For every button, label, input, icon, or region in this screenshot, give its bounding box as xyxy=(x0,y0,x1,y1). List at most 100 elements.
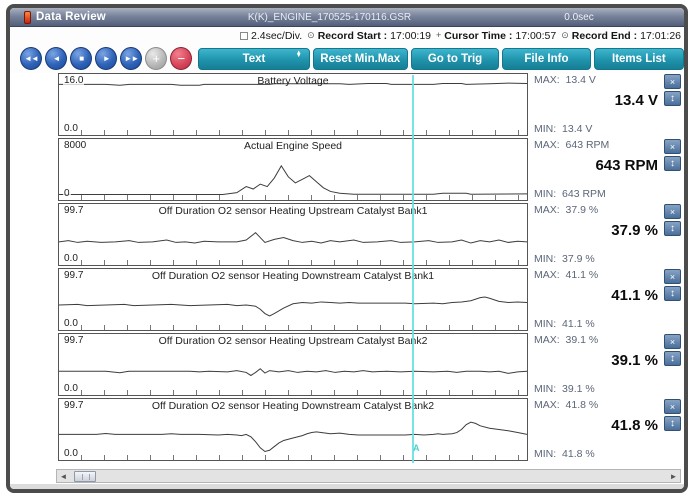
dropdown-arrows-icon: ▲ ▼ xyxy=(296,52,302,59)
max-readout: MAX: 41.1 % xyxy=(534,269,598,281)
max-readout: MAX: 41.8 % xyxy=(534,399,598,411)
time-axis-ticks xyxy=(59,260,527,265)
horizontal-scrollbar[interactable]: ◄ ► xyxy=(56,469,681,483)
channel-plot-4[interactable]: 99.7 Off Duration O2 sensor Heating Upst… xyxy=(58,333,528,396)
channel-panel-2: 99.7 Off Duration O2 sensor Heating Upst… xyxy=(10,203,684,266)
channel-plot-2[interactable]: 99.7 Off Duration O2 sensor Heating Upst… xyxy=(58,203,528,266)
scale-max-label: 16.0 xyxy=(63,75,84,86)
playback-toolbar: ◄◄◄■►►►+− Text ▲ ▼ Reset Min.Max Go to T… xyxy=(10,44,684,73)
channel-panel-4: 99.7 Off Duration O2 sensor Heating Upst… xyxy=(10,333,684,396)
min-readout: MIN: 643 RPM xyxy=(534,188,606,200)
channel-title: Actual Engine Speed xyxy=(89,140,497,152)
channel-panel-5: 99.7 Off Duration O2 sensor Heating Down… xyxy=(10,398,684,461)
channel-plot-5[interactable]: 99.7 Off Duration O2 sensor Heating Down… xyxy=(58,398,528,461)
time-axis-ticks xyxy=(59,455,527,460)
view-mode-label: Text xyxy=(243,53,266,65)
cursor-time-group: + Cursor Time : 17:00:57 xyxy=(436,30,556,42)
channels: 16.0 Battery Voltage 0.0 MAX: 13.4 V 13.… xyxy=(10,73,684,466)
reorder-channel-button[interactable]: ↕ xyxy=(664,221,681,236)
rewind-button[interactable]: ◄◄ xyxy=(20,47,42,70)
channel-plot-0[interactable]: 16.0 Battery Voltage 0.0 xyxy=(58,73,528,136)
zoom-out-button[interactable]: − xyxy=(170,47,192,70)
go-to-trig-button[interactable]: Go to Trig xyxy=(411,48,499,70)
close-channel-button[interactable]: × xyxy=(664,334,681,349)
window-title: Data Review xyxy=(36,11,106,23)
scale-max-label: 99.7 xyxy=(63,205,84,216)
data-review-window: Data Review K(K)_ENGINE_170525-170116.GS… xyxy=(6,4,688,493)
min-readout: MIN: 41.8 % xyxy=(534,448,595,460)
screen: Data Review K(K)_ENGINE_170525-170116.GS… xyxy=(0,0,695,498)
channel-title: Off Duration O2 sensor Heating Upstream … xyxy=(89,335,497,347)
reset-minmax-button[interactable]: Reset Min.Max xyxy=(313,48,408,70)
scroll-left-button[interactable]: ◄ xyxy=(57,470,70,482)
crosshair-icon: + xyxy=(436,31,441,40)
zoom-in-button[interactable]: + xyxy=(145,47,167,70)
step-back-button[interactable]: ◄ xyxy=(45,47,67,70)
current-value: 41.8 % xyxy=(611,417,658,434)
channel-plot-3[interactable]: 99.7 Off Duration O2 sensor Heating Down… xyxy=(58,268,528,331)
view-mode-dropdown[interactable]: Text ▲ ▼ xyxy=(198,48,309,70)
scrollbar-thumb[interactable] xyxy=(74,471,96,482)
reorder-channel-button[interactable]: ↕ xyxy=(664,351,681,366)
reorder-channel-button[interactable]: ↕ xyxy=(664,91,681,106)
cursor-time-value: 17:00:57 xyxy=(515,30,556,42)
channel-panel-0: 16.0 Battery Voltage 0.0 MAX: 13.4 V 13.… xyxy=(10,73,684,136)
close-channel-button[interactable]: × xyxy=(664,139,681,154)
app-icon xyxy=(24,11,31,24)
channel-title: Off Duration O2 sensor Heating Downstrea… xyxy=(89,400,497,412)
record-start-label: Record Start : xyxy=(318,30,387,42)
fast-forward-button[interactable]: ►► xyxy=(120,47,142,70)
max-readout: MAX: 13.4 V xyxy=(534,74,596,86)
record-start-group: ⊙ Record Start : 17:00:19 xyxy=(307,30,431,42)
channel-title: Off Duration O2 sensor Heating Downstrea… xyxy=(89,270,497,282)
time-axis-ticks xyxy=(59,195,527,200)
reorder-channel-button[interactable]: ↕ xyxy=(664,156,681,171)
time-axis-ticks xyxy=(59,390,527,395)
title-group: Data Review xyxy=(10,11,185,24)
channel-readout-5: MAX: 41.8 % 41.8 % MIN: 41.8 % xyxy=(534,398,658,461)
window-footer xyxy=(10,484,684,489)
scroll-right-button[interactable]: ► xyxy=(667,470,680,482)
play-button[interactable]: ► xyxy=(95,47,117,70)
cursor-time-label: Cursor Time : xyxy=(444,30,512,42)
channel-readout-3: MAX: 41.1 % 41.1 % MIN: 41.1 % xyxy=(534,268,658,331)
time-axis-ticks xyxy=(59,325,527,330)
channel-plot-1[interactable]: 8000 Actual Engine Speed 0 xyxy=(58,138,528,201)
stop-button[interactable]: ■ xyxy=(70,47,92,70)
current-value: 37.9 % xyxy=(611,222,658,239)
file-info-button[interactable]: File Info xyxy=(502,48,590,70)
close-channel-button[interactable]: × xyxy=(664,269,681,284)
title-bar: Data Review K(K)_ENGINE_170525-170116.GS… xyxy=(10,8,684,27)
record-end-label: Record End : xyxy=(572,30,637,42)
scale-max-label: 99.7 xyxy=(63,270,84,281)
record-end-value: 17:01:26 xyxy=(640,30,681,42)
clock-icon: ⊙ xyxy=(561,31,569,40)
current-value: 39.1 % xyxy=(611,352,658,369)
channel-panel-3: 99.7 Off Duration O2 sensor Heating Down… xyxy=(10,268,684,331)
scale-max-label: 99.7 xyxy=(63,400,84,411)
record-end-group: ⊙ Record End : 17:01:26 xyxy=(561,30,681,42)
time-per-div-checkbox[interactable] xyxy=(240,32,248,40)
time-per-div-value: 2.4sec/Div. xyxy=(251,30,302,42)
channel-title: Off Duration O2 sensor Heating Upstream … xyxy=(89,205,497,217)
record-start-value: 17:00:19 xyxy=(390,30,431,42)
channel-readout-2: MAX: 37.9 % 37.9 % MIN: 37.9 % xyxy=(534,203,658,266)
max-readout: MAX: 39.1 % xyxy=(534,334,598,346)
current-value: 643 RPM xyxy=(595,157,658,174)
time-cursor[interactable]: A xyxy=(412,75,414,463)
scale-max-label: 8000 xyxy=(63,140,87,151)
min-readout: MIN: 39.1 % xyxy=(534,383,595,395)
reorder-channel-button[interactable]: ↕ xyxy=(664,416,681,431)
current-value: 13.4 V xyxy=(615,92,658,109)
close-channel-button[interactable]: × xyxy=(664,74,681,89)
close-channel-button[interactable]: × xyxy=(664,204,681,219)
cursor-marker: A xyxy=(413,443,420,453)
clock-icon: ⊙ xyxy=(307,31,315,40)
max-readout: MAX: 643 RPM xyxy=(534,139,609,151)
close-channel-button[interactable]: × xyxy=(664,399,681,414)
time-per-div-group: 2.4sec/Div. xyxy=(240,30,302,42)
items-list-button[interactable]: Items List xyxy=(594,48,684,70)
reorder-channel-button[interactable]: ↕ xyxy=(664,286,681,301)
min-readout: MIN: 37.9 % xyxy=(534,253,595,265)
max-readout: MAX: 37.9 % xyxy=(534,204,598,216)
